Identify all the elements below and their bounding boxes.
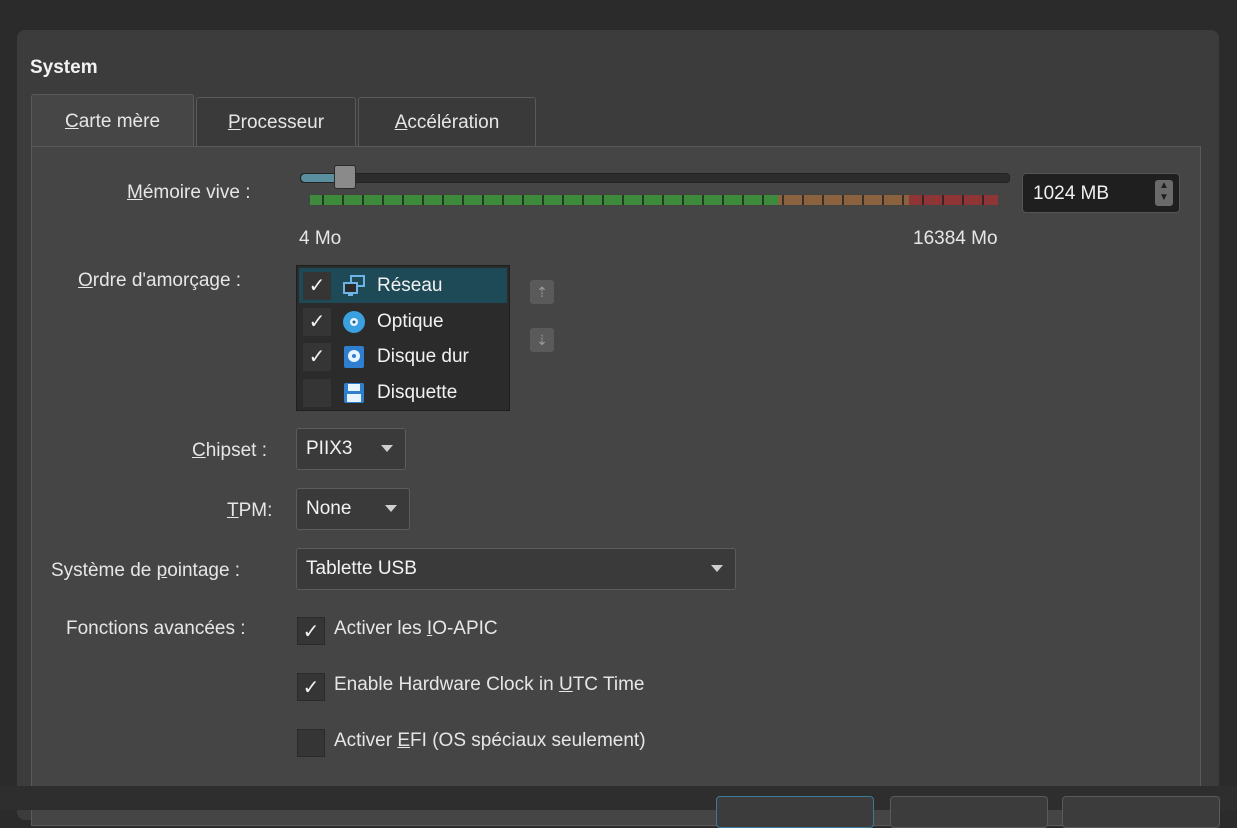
boot-item-label: Réseau	[377, 274, 443, 296]
memory-input[interactable]	[1031, 180, 1145, 208]
memory-slider-track[interactable]	[300, 173, 1010, 183]
dialog-button-bar	[0, 786, 1237, 810]
scale-ticks	[310, 195, 998, 205]
optical-disc-icon	[341, 309, 367, 335]
tpm-select[interactable]: None	[296, 488, 410, 530]
ioapic-label-pre: Activer les	[334, 618, 427, 639]
spin-arrows-icon[interactable]: ▲ ▼	[1155, 180, 1173, 206]
memory-spinbox[interactable]: ▲▼	[1022, 173, 1180, 213]
tab-mnemonic: C	[64, 110, 79, 132]
boot-order-label: Ordre d'amorçage :	[78, 270, 241, 292]
boot-checkbox[interactable]: ✓	[303, 271, 331, 300]
utc-label-pre: Enable Hardware Clock in	[334, 674, 559, 695]
pointing-label-text: ointage :	[167, 560, 241, 581]
tab-carte-mere[interactable]: Carte mère	[31, 94, 194, 148]
pointing-label: Système de pointage :	[51, 560, 240, 582]
utc-label-rest: TC Time	[572, 674, 645, 695]
efi-label[interactable]: Activer EFI (OS spéciaux seulement)	[334, 730, 646, 752]
efi-checkbox[interactable]	[297, 729, 325, 757]
ioapic-checkbox[interactable]: ✓	[297, 617, 325, 645]
tab-content	[31, 146, 1201, 826]
arrow-up-icon: ⇡	[536, 284, 548, 300]
chipset-label: Chipset :	[192, 440, 267, 462]
ioapic-label[interactable]: Activer les IO-APIC	[334, 618, 498, 640]
ioapic-label-rest: O-APIC	[432, 618, 498, 639]
memory-label-text: émoire vive :	[142, 182, 251, 203]
boot-order-list[interactable]: ✓ Réseau ✓ Optique ✓ Disque dur Disquett…	[296, 265, 510, 411]
boot-item-reseau[interactable]: ✓ Réseau	[299, 268, 507, 303]
boot-label-mnemonic: O	[78, 270, 93, 291]
chipset-label-text: hipset :	[205, 440, 267, 461]
boot-item-label: Disque dur	[377, 345, 469, 367]
tpm-label: TPM:	[227, 500, 272, 522]
memory-slider-handle[interactable]	[334, 165, 357, 189]
chevron-down-icon	[381, 445, 393, 452]
chipset-label-mnemonic: C	[192, 440, 206, 461]
pointing-value: Tablette USB	[306, 558, 417, 579]
move-down-button[interactable]: ⇣	[530, 328, 554, 352]
boot-item-disque-dur[interactable]: ✓ Disque dur	[299, 339, 507, 374]
move-up-button[interactable]: ⇡	[530, 280, 554, 304]
utc-label[interactable]: Enable Hardware Clock in UTC Time	[334, 674, 644, 696]
pointing-select[interactable]: Tablette USB	[296, 548, 736, 590]
memory-label-mnemonic: M	[127, 182, 143, 203]
pointing-label-pre: Système de	[51, 560, 157, 581]
chevron-down-icon	[385, 505, 397, 512]
efi-label-mnemonic: E	[397, 730, 411, 751]
tab-mnemonic: A	[394, 111, 408, 133]
tab-mnemonic: P	[227, 111, 241, 133]
advanced-label: Fonctions avancées :	[66, 618, 246, 639]
efi-label-pre: Activer	[334, 730, 398, 751]
boot-label-text: rdre d'amorçage :	[92, 270, 242, 291]
memory-label: Mémoire vive :	[127, 182, 251, 204]
boot-item-disquette[interactable]: Disquette	[299, 375, 507, 410]
floppy-icon	[341, 380, 367, 406]
hard-disk-icon	[341, 344, 367, 370]
section-title: System	[30, 57, 98, 78]
boot-checkbox[interactable]	[303, 378, 331, 407]
chevron-down-icon	[711, 565, 723, 572]
tab-label: ccélération	[407, 111, 500, 133]
tab-label: rocesseur	[240, 111, 325, 133]
memory-min-label: 4 Mo	[299, 228, 342, 249]
tab-acceleration[interactable]: Accélération	[358, 97, 536, 147]
boot-item-optique[interactable]: ✓ Optique	[299, 304, 507, 339]
arrow-down-icon: ⇣	[536, 332, 548, 348]
tab-label: arte mère	[78, 110, 161, 132]
boot-item-label: Disquette	[377, 381, 458, 403]
tpm-label-mnemonic: T	[227, 500, 239, 521]
dialog-button-cancel[interactable]	[890, 796, 1048, 828]
boot-checkbox[interactable]: ✓	[303, 307, 331, 336]
boot-checkbox[interactable]: ✓	[303, 342, 331, 371]
utc-label-mnemonic: U	[558, 674, 573, 695]
tpm-value: None	[306, 498, 352, 519]
dialog-button-ok[interactable]	[716, 796, 874, 828]
utc-checkbox[interactable]: ✓	[297, 673, 325, 701]
tpm-label-text: PM:	[238, 500, 273, 521]
network-icon	[341, 273, 367, 299]
tab-processeur[interactable]: Processeur	[196, 97, 356, 147]
pointing-label-mnemonic: p	[156, 560, 168, 581]
chipset-value: PIIX3	[306, 438, 353, 459]
chipset-select[interactable]: PIIX3	[296, 428, 406, 470]
dialog-button-help[interactable]	[1062, 796, 1220, 828]
memory-max-label: 16384 Mo	[913, 228, 998, 249]
boot-item-label: Optique	[377, 310, 444, 332]
efi-label-rest: FI (OS spéciaux seulement)	[410, 730, 646, 751]
